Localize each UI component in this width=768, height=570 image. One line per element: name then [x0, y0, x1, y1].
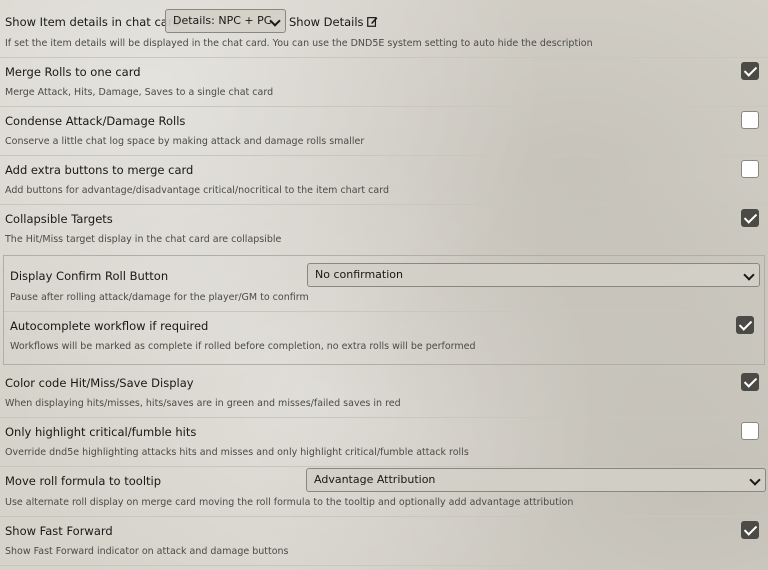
color-code-checkbox[interactable]	[741, 373, 759, 391]
merge-rolls-label: Merge Rolls to one card	[5, 65, 141, 79]
condense-rolls-hint: Conserve a little chat log space by maki…	[5, 136, 365, 147]
merge-rolls-checkbox[interactable]	[741, 62, 759, 80]
confirm-roll-hint: Pause after rolling attack/damage for th…	[10, 292, 309, 303]
fast-forward-label: Show Fast Forward	[5, 524, 113, 538]
item-details-label: Show Item details in chat card	[5, 15, 180, 29]
show-details-label: Show Details	[289, 15, 364, 29]
confirm-roll-select[interactable]: No confirmation	[307, 263, 760, 287]
highlight-critical-label: Only highlight critical/fumble hits	[5, 425, 197, 439]
divider	[4, 311, 764, 312]
merge-rolls-hint: Merge Attack, Hits, Damage, Saves to a s…	[5, 87, 274, 98]
condense-rolls-checkbox[interactable]	[741, 111, 759, 129]
collapsible-targets-hint: The Hit/Miss target display in the chat …	[5, 234, 282, 245]
divider	[0, 204, 768, 205]
collapsible-targets-label: Collapsible Targets	[5, 212, 113, 226]
extra-buttons-hint: Add buttons for advantage/disadvantage c…	[5, 185, 389, 196]
highlight-critical-hint: Override dnd5e highlighting attacks hits…	[5, 447, 469, 458]
roll-formula-hint: Use alternate roll display on merge card…	[5, 497, 574, 508]
extra-buttons-checkbox[interactable]	[741, 160, 759, 178]
highlight-critical-checkbox[interactable]	[741, 422, 759, 440]
divider	[0, 155, 768, 156]
chevron-down-icon	[749, 474, 761, 486]
extra-buttons-label: Add extra buttons to merge card	[5, 163, 194, 177]
autocomplete-label: Autocomplete workflow if required	[10, 319, 209, 333]
roll-formula-select-value: Advantage Attribution	[314, 473, 436, 486]
fast-forward-checkbox[interactable]	[741, 521, 759, 539]
fast-forward-hint: Show Fast Forward indicator on attack an…	[5, 546, 289, 557]
confirm-roll-select-value: No confirmation	[315, 268, 403, 281]
item-details-select-value: Details: NPC + PC	[173, 14, 272, 27]
divider	[0, 516, 768, 517]
divider	[0, 417, 768, 418]
roll-formula-select[interactable]: Advantage Attribution	[306, 468, 766, 492]
divider	[0, 57, 768, 58]
item-details-select[interactable]: Details: NPC + PC	[165, 9, 286, 33]
edit-icon	[367, 17, 378, 27]
collapsible-targets-checkbox[interactable]	[741, 209, 759, 227]
autocomplete-checkbox[interactable]	[736, 316, 754, 334]
chevron-down-icon	[743, 269, 755, 281]
divider	[0, 106, 768, 107]
confirm-roll-label: Display Confirm Roll Button	[10, 269, 169, 283]
show-details-button[interactable]: Show Details	[289, 15, 378, 29]
condense-rolls-label: Condense Attack/Damage Rolls	[5, 114, 186, 128]
divider	[0, 565, 768, 566]
autocomplete-hint: Workflows will be marked as complete if …	[10, 341, 476, 352]
item-details-hint: If set the item details will be displaye…	[5, 38, 593, 49]
divider	[0, 466, 768, 467]
roll-formula-label: Move roll formula to tooltip	[5, 474, 162, 488]
color-code-hint: When displaying hits/misses, hits/saves …	[5, 398, 401, 409]
color-code-label: Color code Hit/Miss/Save Display	[5, 376, 194, 390]
